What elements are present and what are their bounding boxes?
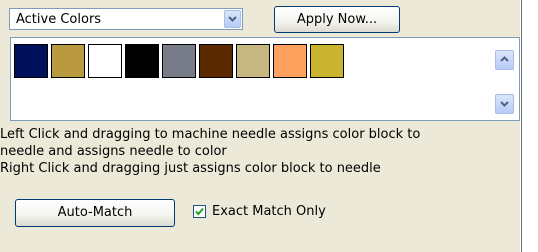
color-swatch[interactable] [51, 44, 85, 78]
color-swatch[interactable] [125, 44, 159, 78]
auto-match-button[interactable]: Auto-Match [15, 199, 175, 227]
exact-match-only-label: Exact Match Only [212, 204, 326, 219]
color-swatch[interactable] [14, 44, 48, 78]
chevron-down-icon [228, 16, 237, 22]
color-swatch[interactable] [88, 44, 122, 78]
apply-now-button[interactable]: Apply Now... [274, 6, 400, 33]
exact-match-only-checkbox[interactable] [193, 205, 206, 218]
color-palette-list[interactable] [10, 37, 520, 121]
scroll-down-button[interactable] [495, 94, 514, 114]
chevron-down-icon [500, 101, 509, 107]
instruction-line: Left Click and dragging to machine needl… [0, 127, 421, 142]
color-swatch[interactable] [273, 44, 307, 78]
dropdown-arrow-button[interactable] [224, 10, 241, 28]
color-swatch[interactable] [199, 44, 233, 78]
color-swatch[interactable] [162, 44, 196, 78]
color-set-dropdown-value: Active Colors [16, 12, 102, 27]
instructions-text: Left Click and dragging to machine needl… [0, 126, 520, 177]
color-panel: Active Colors Apply Now... Left Click an… [0, 0, 520, 252]
scroll-up-button[interactable] [495, 50, 514, 70]
instruction-line: Right Click and dragging just assigns co… [0, 161, 381, 176]
color-set-dropdown[interactable]: Active Colors [9, 8, 243, 30]
panel-divider [521, 0, 522, 252]
color-swatch-row [14, 44, 347, 78]
instruction-line: needle and assigns needle to color [0, 144, 227, 159]
color-swatch[interactable] [236, 44, 270, 78]
checkmark-icon [195, 207, 204, 216]
color-swatch[interactable] [310, 44, 344, 78]
chevron-up-icon [500, 56, 509, 62]
